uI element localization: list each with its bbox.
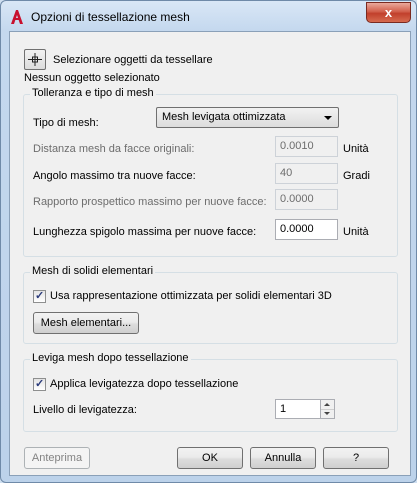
optimized-primitives-label[interactable]: Usa rappresentazione ottimizzata per sol… [50,290,332,302]
close-button[interactable]: x [366,2,411,23]
angle-label: Angolo massimo tra nuove facce: [33,170,196,182]
dialog-window: Opzioni di tessellazione mesh x Selezion… [0,0,417,483]
spin-down-button[interactable] [321,409,334,418]
help-button[interactable]: ? [323,447,389,469]
optimized-primitives-checkbox[interactable]: ✓ [33,290,46,303]
chevron-down-icon [324,116,332,120]
apply-smoothness-label[interactable]: Applica levigatezza dopo tessellazione [50,378,238,390]
smoothness-level-field[interactable]: 1 [275,399,321,419]
edge-length-field[interactable]: 0.0000 [275,219,338,240]
checkmark-icon: ✓ [35,378,45,390]
apply-smoothness-checkbox[interactable]: ✓ [33,378,46,391]
selection-status: Nessun oggetto selezionato [24,72,160,84]
arrow-up-icon [324,403,330,406]
mesh-type-select[interactable]: Mesh levigata ottimizzata [156,107,339,128]
edge-length-label: Lunghezza spigolo massima per nuove facc… [33,226,257,238]
aspect-ratio-label: Rapporto prospettico massimo per nuove f… [33,196,267,208]
aspect-ratio-field[interactable]: 0.0000 [275,189,338,210]
cancel-button[interactable]: Annulla [250,447,316,469]
autocad-logo-icon [11,10,23,24]
smoothness-level-spinner[interactable] [320,399,335,419]
select-objects-label[interactable]: Selezionare oggetti da tessellare [53,54,213,66]
distance-unit: Unità [343,143,369,155]
angle-field[interactable]: 40 [275,163,338,184]
distance-field[interactable]: 0.0010 [275,136,338,157]
smoothing-group-title: Leviga mesh dopo tessellazione [30,352,191,364]
preview-button[interactable]: Anteprima [24,447,90,469]
mesh-type-label: Tipo di mesh: [33,117,99,129]
title-bar[interactable]: Opzioni di tessellazione mesh x [1,1,416,31]
angle-unit: Gradi [343,170,370,182]
smoothness-level-label: Livello di levigatezza: [33,404,137,416]
primitives-group-title: Mesh di solidi elementari [30,265,156,277]
distance-label: Distanza mesh da facce originali: [33,143,195,155]
primitive-mesh-button[interactable]: Mesh elementari... [33,312,139,334]
tolerance-group-title: Tolleranza e tipo di mesh [30,87,156,99]
select-objects-button[interactable] [24,49,46,70]
arrow-down-icon [324,412,330,415]
dialog-body: Selezionare oggetti da tessellare Nessun… [9,31,411,476]
crosshair-icon [28,53,42,66]
ok-button[interactable]: OK [177,447,243,469]
edge-length-unit: Unità [343,226,369,238]
window-title: Opzioni di tessellazione mesh [31,10,190,24]
checkmark-icon: ✓ [35,290,45,302]
smoothing-group [23,359,398,432]
mesh-type-value: Mesh levigata ottimizzata [162,111,286,123]
